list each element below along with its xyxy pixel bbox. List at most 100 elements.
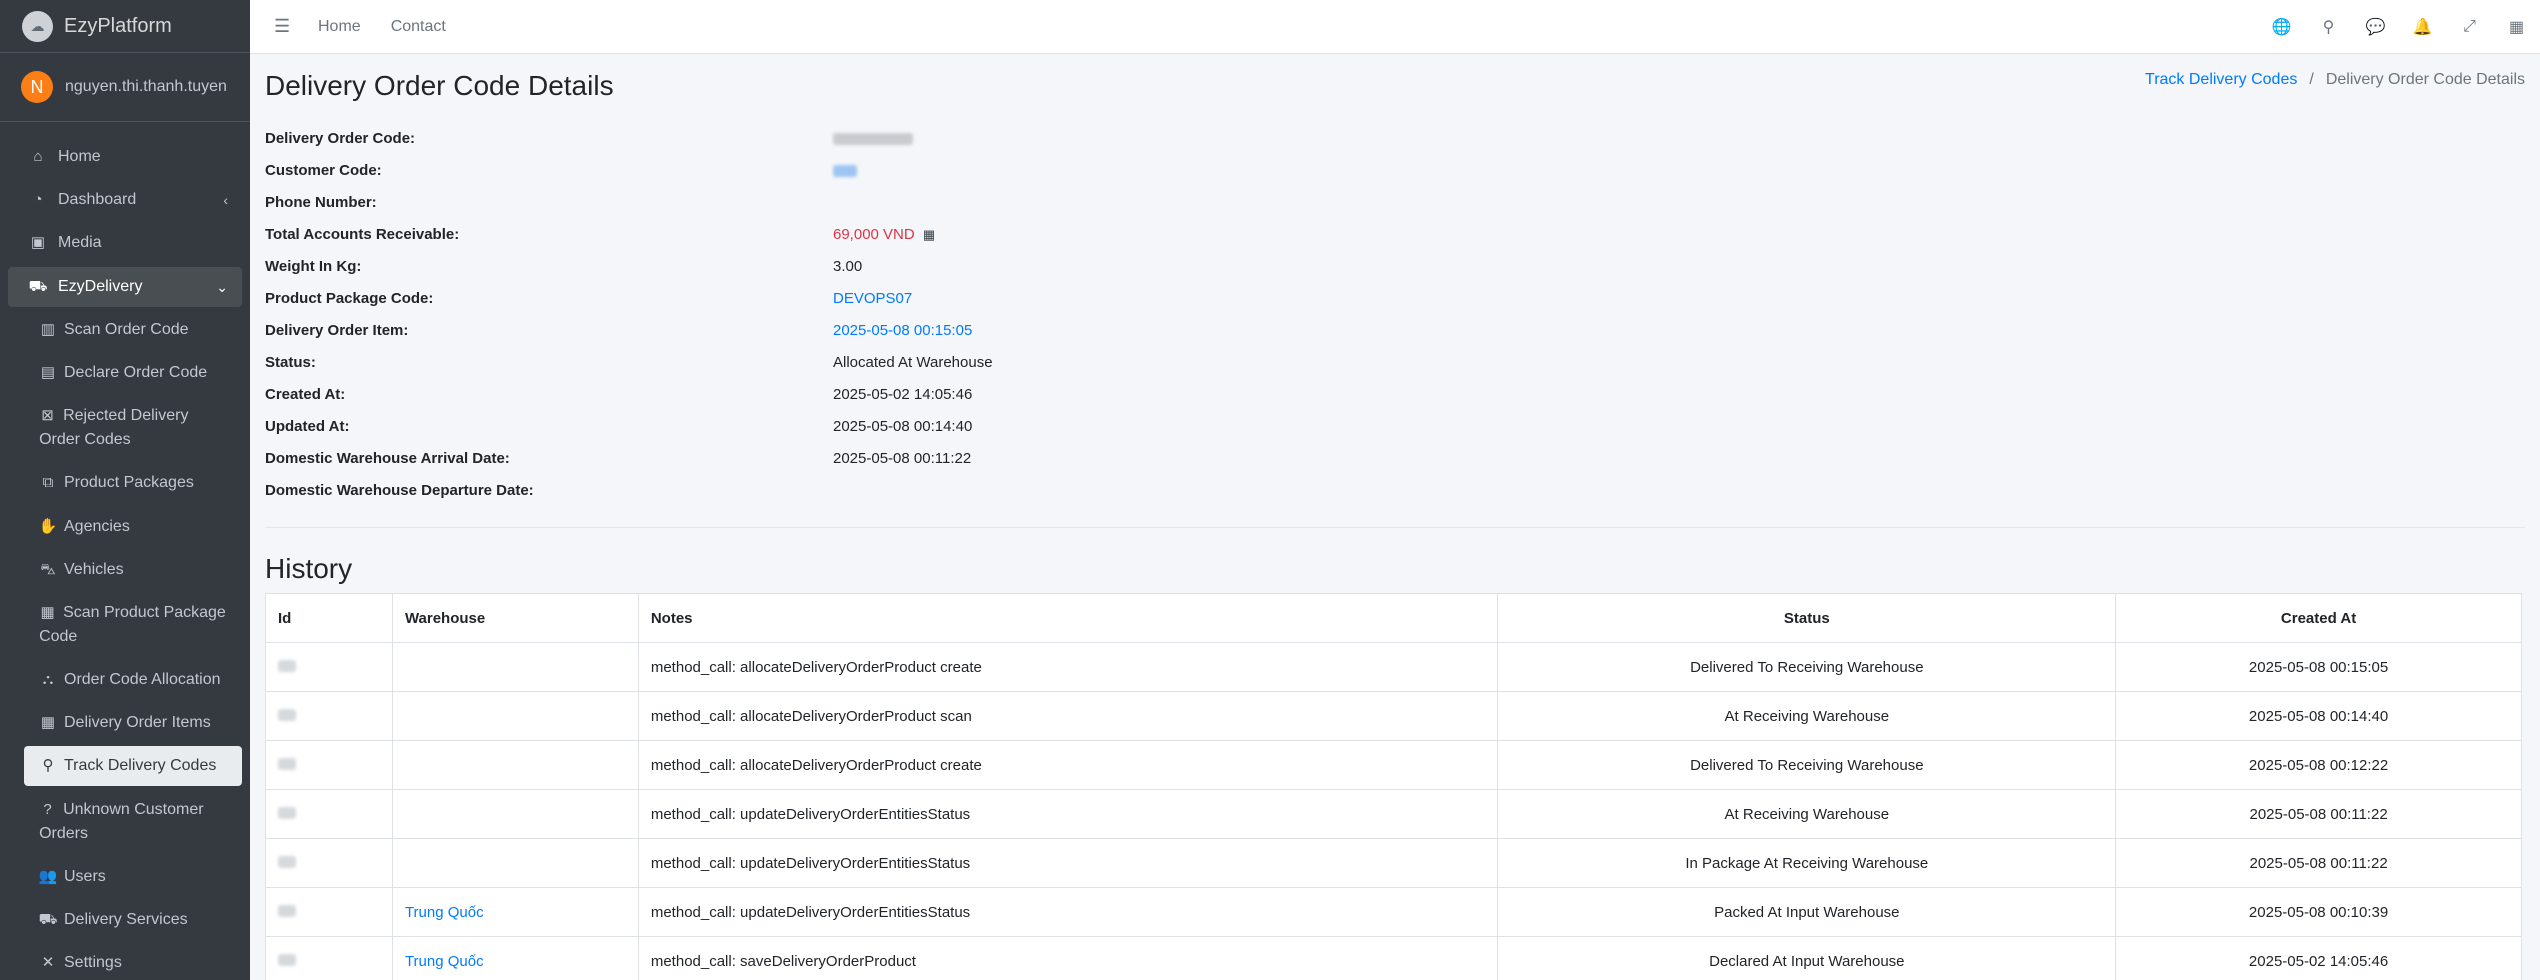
detail-label: Updated At:	[265, 418, 350, 435]
sidebar-item-home[interactable]: ⌂ Home	[8, 145, 242, 169]
cell-created-at: 2025-05-08 00:15:05	[2115, 642, 2522, 692]
table-row: Trung Quốc method_call: updateDeliveryOr…	[265, 887, 2522, 937]
cell-id-redacted	[265, 691, 393, 741]
search-icon[interactable]: ⚲	[2305, 17, 2352, 37]
cell-id-redacted	[265, 642, 393, 692]
file-icon: ▤	[40, 364, 56, 381]
brand[interactable]: ☁ EzyPlatform	[0, 0, 250, 53]
qrcode-icon: ▦	[40, 604, 55, 621]
column-header-warehouse[interactable]: Warehouse	[391, 593, 639, 643]
detail-value: 2025-05-08 00:11:22	[833, 450, 972, 467]
detail-label: Domestic Warehouse Departure Date:	[265, 482, 534, 499]
detail-value: 3.00	[833, 258, 863, 275]
hamburger-menu-icon[interactable]: ☰	[274, 16, 294, 37]
bell-icon[interactable]: 🔔	[2399, 17, 2446, 37]
cell-created-at: 2025-05-08 00:10:39	[2115, 887, 2522, 937]
cell-warehouse: Trung Quốc	[391, 887, 639, 937]
sitemap-icon: ⛬	[42, 671, 54, 688]
table-row: method_call: updateDeliveryOrderEntities…	[265, 838, 2522, 888]
cell-id-redacted	[265, 740, 393, 790]
table-row: method_call: updateDeliveryOrderEntities…	[265, 789, 2522, 839]
cell-created-at: 2025-05-08 00:14:40	[2115, 691, 2522, 741]
topnav-home-link[interactable]: Home	[318, 18, 361, 36]
user-panel[interactable]: N nguyen.thi.thanh.tuyen	[0, 53, 250, 122]
history-title: History	[265, 553, 353, 584]
globe-icon[interactable]: 🌐	[2258, 17, 2305, 37]
sidebar-item-users[interactable]: 👥 Users	[24, 865, 242, 889]
sidebar-item-dashboard[interactable]: ◔ Dashboard ‹	[8, 188, 242, 212]
warehouse-link[interactable]: Trung Quốc	[405, 904, 484, 921]
cell-created-at: 2025-05-08 00:12:22	[2115, 740, 2522, 790]
topnav-contact-link[interactable]: Contact	[391, 18, 446, 36]
detail-label: Weight In Kg:	[265, 258, 362, 275]
cell-status: Delivered To Receiving Warehouse	[1497, 740, 2117, 790]
product-package-link[interactable]: DEVOPS07	[833, 289, 912, 309]
sidebar-item-label: Agencies	[64, 518, 130, 535]
question-icon: ?	[43, 801, 52, 818]
column-header-notes[interactable]: Notes	[637, 593, 1499, 643]
detail-value: 69,000 VND ▦	[833, 225, 935, 245]
sidebar-item-media[interactable]: ▣ Media	[8, 231, 242, 255]
cell-warehouse	[391, 642, 639, 692]
chevron-down-icon: ⌄	[216, 279, 228, 295]
sidebar-item-ezydelivery[interactable]: ⛟ EzyDelivery ⌄	[8, 267, 242, 307]
detail-value-redacted[interactable]	[833, 161, 857, 183]
breadcrumb-link-track-delivery-codes[interactable]: Track Delivery Codes	[2145, 71, 2297, 89]
qrcode-icon[interactable]: ▦	[923, 227, 935, 242]
cell-id-redacted	[265, 936, 393, 980]
breadcrumb-current: Delivery Order Code Details	[2325, 71, 2525, 88]
sidebar-item-declare-order-code[interactable]: ▤ Declare Order Code	[24, 361, 242, 385]
sidebar-item-order-code-allocation[interactable]: ⛬ Order Code Allocation	[24, 668, 242, 692]
cell-notes: method_call: updateDeliveryOrderEntities…	[637, 887, 1499, 937]
sidebar-item-scan-product-package-code[interactable]: ▦ Scan Product Package Code	[24, 601, 242, 649]
sidebar-item-label: Declare Order Code	[64, 364, 208, 381]
square-x-icon: ⊠	[41, 407, 54, 424]
cell-status: At Receiving Warehouse	[1497, 789, 2117, 839]
cell-status: At Receiving Warehouse	[1497, 691, 2117, 741]
cell-notes: method_call: allocateDeliveryOrderProduc…	[637, 740, 1499, 790]
chevron-left-icon: ‹	[223, 192, 228, 208]
cell-warehouse	[391, 789, 639, 839]
topbar-icons: 🌐 ⚲ 💬 🔔 ⤢ ▦	[2258, 0, 2540, 53]
delivery-order-item-link[interactable]: 2025-05-08 00:15:05	[833, 321, 972, 341]
table-row: method_call: allocateDeliveryOrderProduc…	[265, 740, 2522, 790]
label-line-1: Rejected Delivery	[63, 407, 189, 424]
sidebar-item-agencies[interactable]: ✋ Agencies	[24, 515, 242, 539]
handshake-icon: ✋	[38, 518, 58, 535]
warehouse-link[interactable]: Trung Quốc	[405, 953, 484, 970]
sidebar-item-unknown-customer-orders[interactable]: ? Unknown Customer Orders	[24, 798, 242, 846]
label-line-1: Unknown Customer	[63, 801, 204, 818]
sidebar-item-label: Settings	[64, 954, 122, 971]
sidebar-item-scan-order-code[interactable]: ▥ Scan Order Code	[24, 318, 242, 342]
car-icon: ⛍	[40, 561, 56, 578]
detail-value-redacted	[833, 129, 913, 151]
sidebar-item-product-packages[interactable]: ⧉ Product Packages	[24, 471, 242, 495]
sidebar-item-vehicles[interactable]: ⛍ Vehicles	[24, 558, 242, 582]
column-header-status[interactable]: Status	[1497, 593, 2117, 643]
sidebar-item-track-delivery-codes[interactable]: ⚲ Track Delivery Codes	[24, 746, 242, 786]
sidebar-item-delivery-order-items[interactable]: ▦ Delivery Order Items	[24, 711, 242, 735]
sidebar-item-label: Home	[58, 148, 101, 165]
sidebar-item-rejected-delivery-order-codes[interactable]: ⊠ Rejected Delivery Order Codes	[24, 404, 242, 452]
table-row: Trung Quốc method_call: saveDeliveryOrde…	[265, 936, 2522, 980]
detail-label: Created At:	[265, 386, 346, 403]
breadcrumb: Track Delivery Codes / Delivery Order Co…	[2145, 71, 2525, 89]
column-header-created-at[interactable]: Created At	[2115, 593, 2522, 643]
cell-status: Delivered To Receiving Warehouse	[1497, 642, 2117, 692]
grid-apps-icon[interactable]: ▦	[2493, 17, 2540, 37]
sidebar-item-settings[interactable]: ✕ Settings	[24, 951, 242, 975]
fullscreen-icon[interactable]: ⤢	[2446, 18, 2493, 36]
cell-notes: method_call: updateDeliveryOrderEntities…	[637, 838, 1499, 888]
column-header-id[interactable]: Id	[265, 593, 393, 643]
sidebar-item-label: Media	[58, 234, 102, 251]
sidebar-item-label: EzyDelivery	[58, 278, 143, 295]
detail-value: 2025-05-08 00:14:40	[833, 418, 973, 435]
sidebar-item-delivery-services[interactable]: ⛟ Delivery Services	[24, 908, 242, 932]
barcode-icon: ▥	[40, 321, 56, 338]
image-icon: ▣	[30, 234, 46, 251]
comments-icon[interactable]: 💬	[2352, 17, 2399, 37]
cell-created-at: 2025-05-02 14:05:46	[2115, 936, 2522, 980]
cell-warehouse	[391, 838, 639, 888]
detail-label: Product Package Code:	[265, 290, 434, 307]
breadcrumb-separator: /	[2309, 71, 2314, 88]
